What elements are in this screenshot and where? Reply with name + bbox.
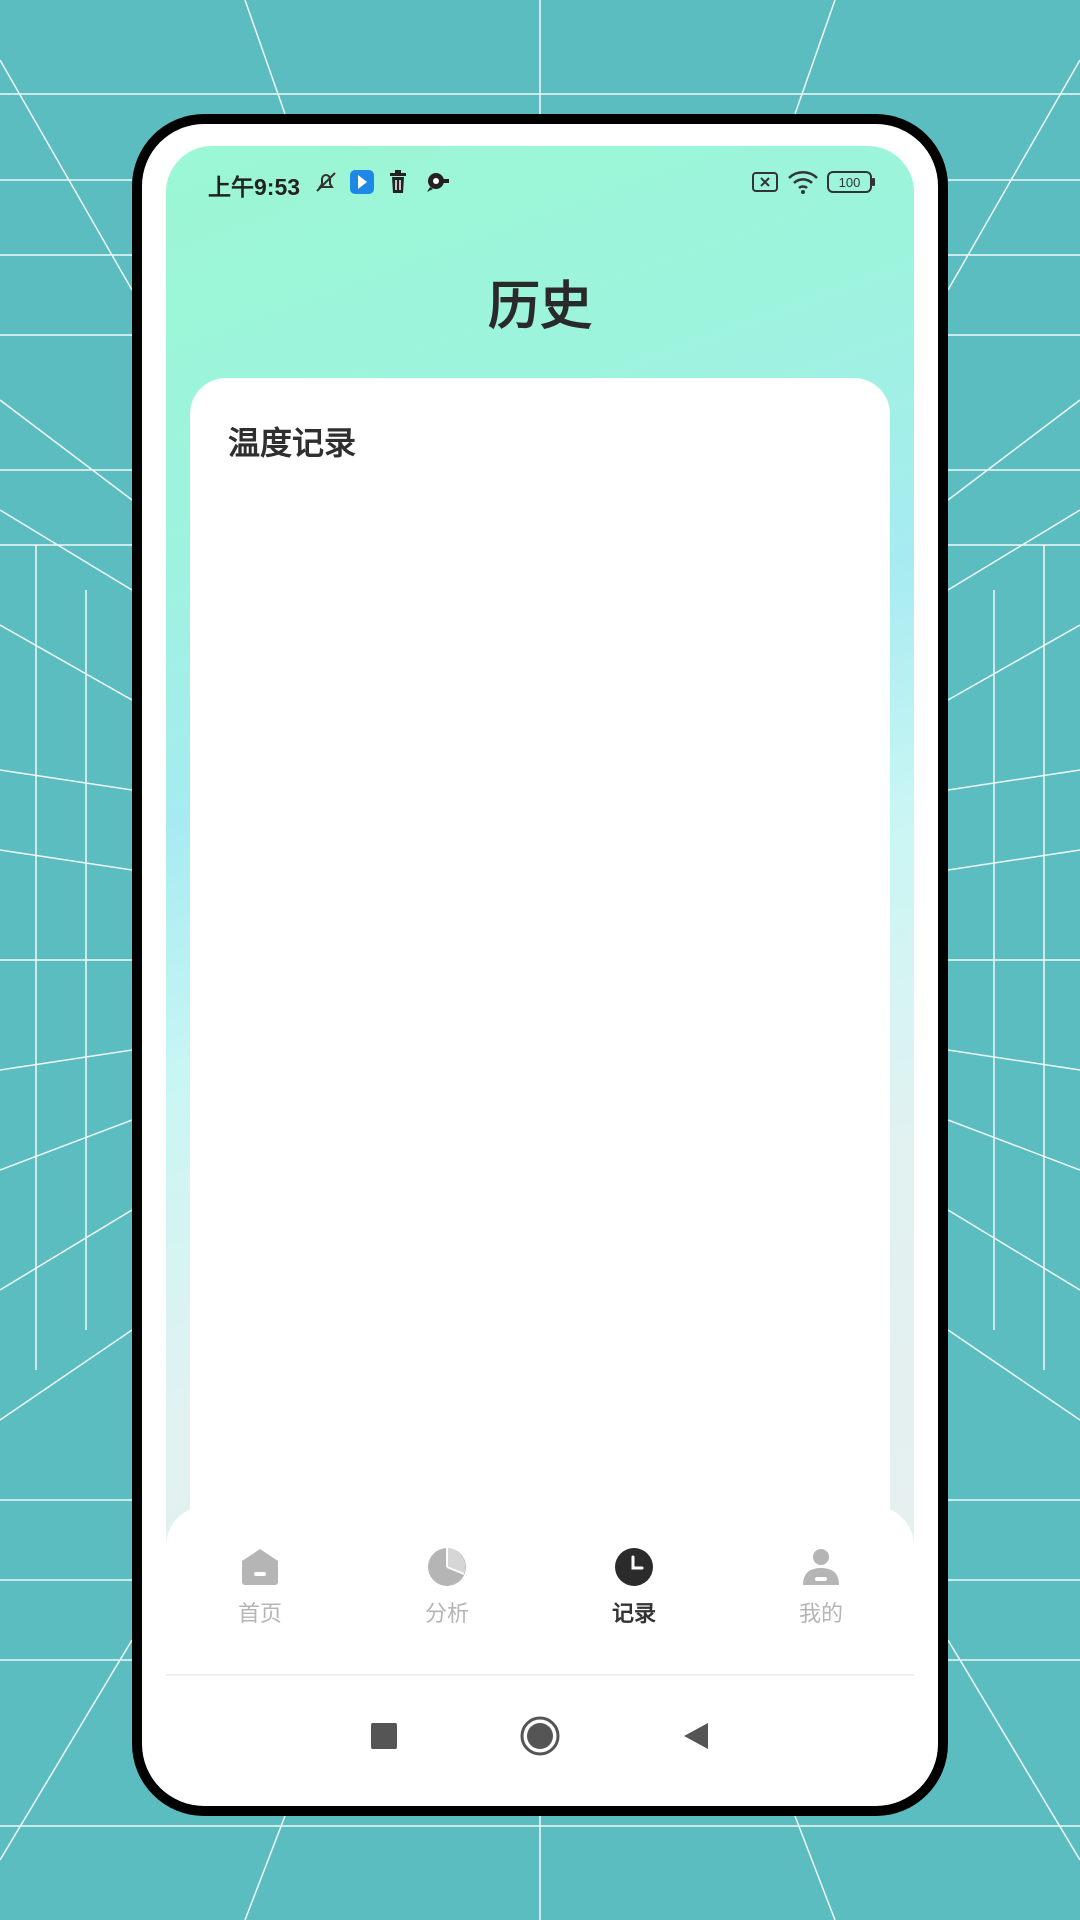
status-bar: 上午9:53 100 bbox=[166, 146, 914, 220]
nav-label-analysis: 分析 bbox=[424, 1602, 469, 1627]
status-time: 上午9:53 bbox=[208, 174, 301, 200]
home-circle-icon[interactable] bbox=[516, 1712, 564, 1760]
system-navigation-bar bbox=[166, 1676, 914, 1798]
card-heading: 温度记录 bbox=[228, 424, 357, 462]
nav-label-home: 首页 bbox=[237, 1602, 282, 1627]
page-title: 历史 bbox=[487, 277, 592, 337]
battery-icon: 100 bbox=[826, 168, 878, 196]
chat-notification-icon bbox=[424, 168, 452, 196]
nav-item-analysis[interactable]: 分析 bbox=[387, 1546, 507, 1628]
no-sim-icon bbox=[750, 168, 780, 196]
recent-apps-icon[interactable] bbox=[360, 1712, 408, 1760]
clock-icon bbox=[615, 1548, 653, 1586]
mute-icon bbox=[312, 168, 340, 196]
back-icon[interactable] bbox=[672, 1712, 720, 1760]
nav-item-profile[interactable]: 我的 bbox=[761, 1546, 881, 1628]
nav-item-records[interactable]: 记录 bbox=[574, 1546, 694, 1628]
nav-label-records: 记录 bbox=[611, 1602, 656, 1627]
battery-level: 100 bbox=[839, 175, 861, 190]
app-notification-icon bbox=[348, 168, 376, 196]
temperature-record-card: 温度记录 bbox=[190, 378, 890, 1678]
nav-label-profile: 我的 bbox=[798, 1602, 843, 1627]
wifi-icon bbox=[786, 168, 820, 196]
app-screen: 上午9:53 100 历史 温度记录 首页 分析 记录 我的 bbox=[166, 146, 914, 1798]
user-icon bbox=[803, 1549, 839, 1585]
home-icon bbox=[242, 1549, 278, 1585]
bottom-navigation: 首页 分析 记录 我的 bbox=[166, 1506, 914, 1668]
pie-chart-icon bbox=[428, 1548, 466, 1586]
nav-item-home[interactable]: 首页 bbox=[200, 1546, 320, 1628]
trash-icon bbox=[386, 168, 410, 196]
